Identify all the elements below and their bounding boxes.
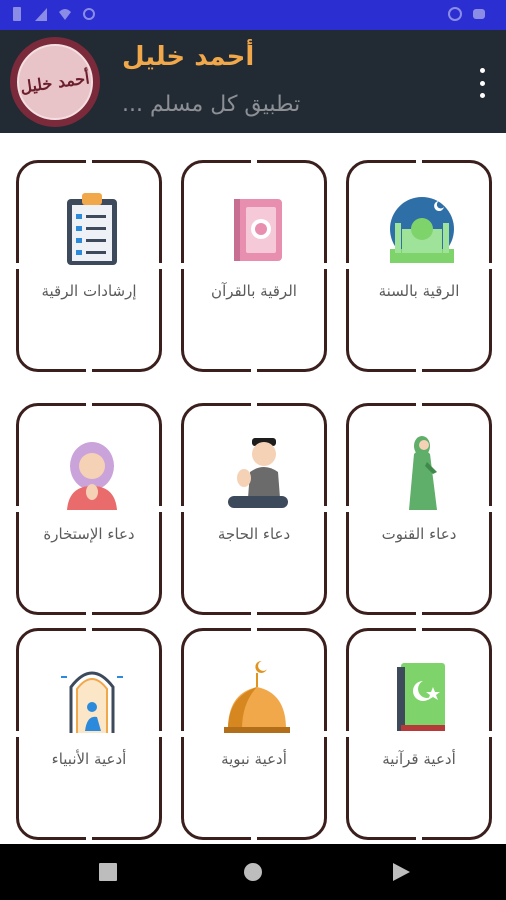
prophets-prayer-icon bbox=[61, 671, 123, 733]
recent-apps-icon[interactable] bbox=[98, 862, 118, 882]
card-label: دعاء الحاجة bbox=[217, 525, 291, 543]
card-prophets-duas[interactable]: أدعية الأنبياء bbox=[15, 627, 167, 845]
gps-icon bbox=[83, 8, 95, 20]
signal-icon bbox=[35, 8, 47, 21]
card-quranic-duas[interactable]: أدعية قرآنية bbox=[345, 627, 497, 845]
clipboard-checklist-icon bbox=[67, 193, 117, 265]
wifi-icon bbox=[59, 9, 71, 20]
app-notification-icon bbox=[473, 9, 485, 19]
status-bar bbox=[0, 0, 506, 30]
card-prophetic-duas[interactable]: أدعية نبوية bbox=[180, 627, 332, 845]
praying-girl-icon bbox=[67, 442, 117, 510]
app-title: أحمد خليل bbox=[122, 42, 255, 72]
card-label: دعاء القنوت bbox=[381, 525, 457, 543]
card-hajah-dua[interactable]: دعاء الحاجة bbox=[180, 402, 332, 620]
mosque-icon bbox=[390, 197, 454, 263]
app-logo: أحمد خليل bbox=[10, 37, 100, 127]
card-label: دعاء الإستخارة bbox=[43, 525, 135, 543]
card-istikhara-dua[interactable]: دعاء الإستخارة bbox=[15, 402, 167, 620]
logo-text: أحمد خليل bbox=[19, 67, 91, 97]
praying-woman-icon bbox=[409, 436, 437, 510]
feature-grid: إرشادات الرقية الرقية بالقرآن الرقية بال… bbox=[15, 159, 497, 845]
card-ruqyah-quran[interactable]: الرقية بالقرآن bbox=[180, 159, 332, 377]
navigation-bar bbox=[0, 844, 506, 900]
card-qunut-dua[interactable]: دعاء القنوت bbox=[345, 402, 497, 620]
card-label: إرشادات الرقية bbox=[41, 282, 137, 300]
card-label: أدعية قرآنية bbox=[382, 750, 456, 768]
praying-boy-icon bbox=[228, 438, 288, 508]
mosque-dome-icon bbox=[224, 660, 290, 733]
overflow-menu-button[interactable] bbox=[476, 68, 488, 98]
menu-dot-icon bbox=[479, 68, 485, 73]
back-icon[interactable] bbox=[391, 862, 411, 882]
card-ruqyah-guidance[interactable]: إرشادات الرقية bbox=[15, 159, 167, 377]
app-subtitle: تطبيق كل مسلم ... bbox=[122, 92, 301, 117]
home-icon[interactable] bbox=[243, 862, 263, 882]
quran-book-icon bbox=[234, 199, 282, 261]
notification-icon bbox=[448, 7, 462, 21]
card-label: أدعية الأنبياء bbox=[51, 750, 127, 768]
card-ruqyah-sunnah[interactable]: الرقية بالسنة bbox=[345, 159, 497, 377]
card-label: الرقية بالقرآن bbox=[211, 282, 297, 300]
green-quran-icon bbox=[397, 663, 445, 731]
card-label: أدعية نبوية bbox=[221, 750, 287, 768]
battery-icon bbox=[13, 7, 21, 21]
app-bar: أحمد خليل أحمد خليل تطبيق كل مسلم ... bbox=[0, 30, 506, 133]
card-label: الرقية بالسنة bbox=[378, 282, 460, 300]
